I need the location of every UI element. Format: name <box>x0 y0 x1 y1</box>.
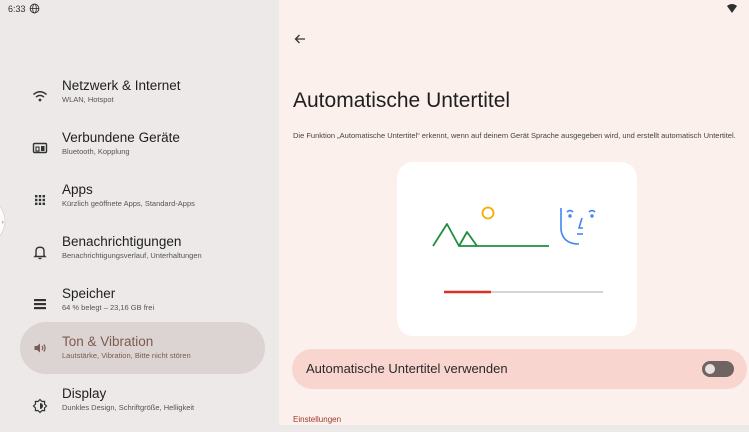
illustration-graphic <box>432 206 603 294</box>
sidebar-item-label: Netzwerk & Internet <box>62 78 181 93</box>
volume-icon <box>34 343 46 353</box>
live-caption-illustration <box>397 162 637 336</box>
sidebar-item-sound-vibration[interactable]: Ton & Vibration Lautstärke, Vibration, B… <box>20 322 265 374</box>
page-title: Automatische Untertitel <box>293 89 511 112</box>
svg-text:›: › <box>2 219 4 226</box>
globe-icon <box>29 3 40 14</box>
sidebar-item-subtitle: 64 % belegt – 23,16 GB frei <box>62 303 155 312</box>
sidebar-item-subtitle: Bluetooth, Kopplung <box>62 147 130 156</box>
toggle-label: Automatische Untertitel verwenden <box>306 361 508 376</box>
bell-icon <box>33 246 47 260</box>
settings-sidebar: › Netzwerk & Internet WLAN, Hotspot Verb… <box>0 0 279 425</box>
face-icon <box>560 208 596 245</box>
sidebar-item-label: Apps <box>62 182 93 197</box>
status-bar: 6:33 <box>0 0 749 22</box>
sidebar-item-notifications[interactable]: Benachrichtigungen Benachrichtigungsverl… <box>20 226 265 278</box>
status-time: 6:33 <box>8 4 26 14</box>
section-header-settings: Einstellungen <box>293 415 342 424</box>
back-gesture-handle[interactable]: › <box>0 206 10 236</box>
sidebar-item-label: Benachrichtigungen <box>62 234 182 249</box>
sidebar-item-subtitle: Benachrichtigungsverlauf, Unterhaltungen <box>62 251 202 260</box>
detail-pane: Automatische Untertitel Die Funktion „Au… <box>279 0 749 425</box>
back-arrow-icon[interactable] <box>293 32 307 46</box>
sidebar-item-label: Verbundene Geräte <box>62 130 180 145</box>
sidebar-item-connected-devices[interactable]: Verbundene Geräte Bluetooth, Kopplung <box>20 122 265 174</box>
sidebar-item-subtitle: Kürzlich geöffnete Apps, Standard-Apps <box>62 199 195 208</box>
sidebar-item-subtitle: WLAN, Hotspot <box>62 95 114 104</box>
wifi-icon <box>33 91 47 102</box>
sidebar-item-network[interactable]: Netzwerk & Internet WLAN, Hotspot <box>20 70 265 122</box>
live-caption-toggle-row[interactable]: Automatische Untertitel verwenden <box>292 349 747 389</box>
landscape-icon <box>432 206 549 247</box>
sidebar-item-label: Display <box>62 386 107 401</box>
sidebar-item-apps[interactable]: Apps Kürzlich geöffnete Apps, Standard-A… <box>20 174 265 226</box>
apps-grid-icon <box>35 195 45 205</box>
switch-knob <box>705 364 715 374</box>
sidebar-item-display[interactable]: Display Dunkles Design, Schriftgröße, He… <box>20 380 265 432</box>
connected-devices-icon <box>32 142 48 154</box>
sidebar-item-label: Ton & Vibration <box>62 334 154 349</box>
sidebar-item-label: Speicher <box>62 286 116 301</box>
live-caption-switch[interactable] <box>702 361 734 377</box>
storage-icon <box>34 299 46 310</box>
sidebar-item-subtitle: Dunkles Design, Schriftgröße, Helligkeit <box>62 403 195 412</box>
wifi-icon <box>727 4 737 13</box>
sidebar-item-subtitle: Lautstärke, Vibration, Bitte nicht störe… <box>62 351 191 360</box>
page-description: Die Funktion „Automatische Untertitel“ e… <box>293 131 736 140</box>
display-brightness-icon <box>32 398 48 414</box>
